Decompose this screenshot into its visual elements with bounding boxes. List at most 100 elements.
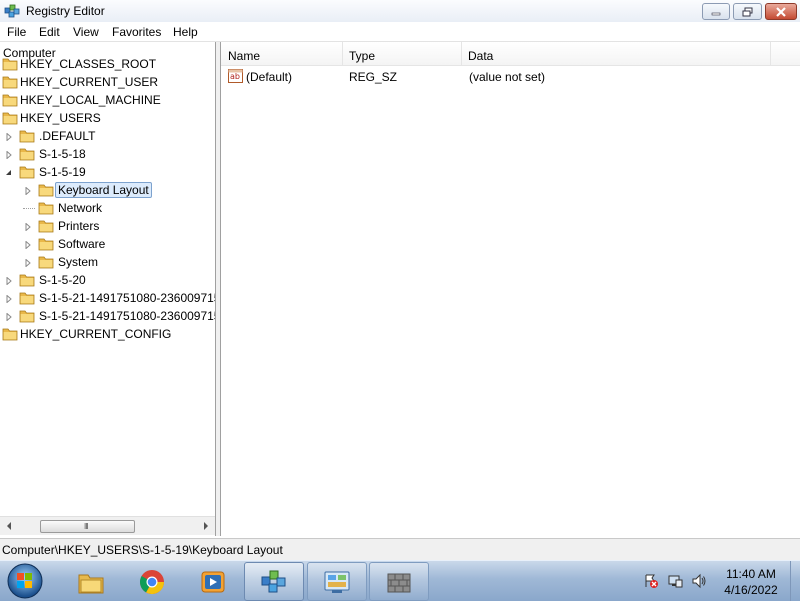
tree-item-label: S-1-5-19 (39, 165, 86, 179)
tree-item[interactable]: Software (0, 235, 215, 253)
tree-item[interactable]: Keyboard Layout (0, 181, 215, 199)
taskbar-chrome[interactable] (122, 562, 182, 601)
minimize-button[interactable] (702, 3, 730, 20)
string-value-icon: ab (228, 69, 243, 83)
minimize-icon (711, 12, 721, 15)
tree-item-label: HKEY_USERS (20, 111, 101, 125)
menu-help[interactable]: Help (173, 25, 198, 39)
value-name: (Default) (246, 70, 293, 84)
collapse-arrow-icon[interactable] (4, 168, 13, 177)
key-tree[interactable]: Computer HKEY_CLASSES_ROOT HKEY_CURRENT_U… (0, 42, 216, 536)
tree-item[interactable]: .DEFAULT (0, 127, 215, 145)
folder-icon (2, 93, 18, 107)
column-type[interactable]: Type (342, 42, 462, 65)
tree-horizontal-scrollbar[interactable]: III (0, 516, 215, 535)
menu-favorites[interactable]: Favorites (112, 25, 161, 39)
action-center-icon[interactable] (643, 573, 659, 589)
start-button[interactable] (4, 561, 46, 601)
window-title: Registry Editor (26, 4, 105, 18)
restore-button[interactable] (733, 3, 762, 20)
taskbar: 11:40 AM 4/16/2022 (0, 560, 800, 601)
menu-bar: File Edit View Favorites Help (0, 22, 800, 42)
tree-item[interactable]: HKEY_LOCAL_MACHINE (0, 91, 215, 109)
tree-item[interactable]: Printers (0, 217, 215, 235)
list-item[interactable]: ab (Default) REG_SZ (value not set) (221, 68, 800, 86)
show-desktop-button[interactable] (790, 561, 800, 601)
tree-item[interactable]: Network (0, 199, 215, 217)
status-path: Computer\HKEY_USERS\S-1-5-19\Keyboard La… (2, 543, 283, 557)
menu-file[interactable]: File (7, 25, 26, 39)
column-name[interactable]: Name (221, 42, 343, 65)
tree-item-label: S-1-5-21-1491751080-2360097156 (39, 309, 216, 323)
scroll-right-icon[interactable] (201, 521, 211, 531)
column-data-label: Data (468, 49, 494, 63)
clock-time: 11:40 AM (726, 567, 776, 581)
tree-item-label: .DEFAULT (39, 129, 96, 143)
tree-item[interactable]: S-1-5-21-1491751080-2360097156 (0, 307, 215, 325)
tree-item[interactable]: HKEY_CLASSES_ROOT (0, 55, 215, 73)
taskbar-regedit[interactable] (244, 562, 304, 601)
tree-item[interactable]: S-1-5-20 (0, 271, 215, 289)
title-bar: Registry Editor (0, 0, 800, 23)
folder-icon (38, 237, 54, 251)
tree-item[interactable]: S-1-5-19 (0, 163, 215, 181)
folder-icon (19, 147, 35, 161)
expand-arrow-icon[interactable] (4, 294, 13, 303)
expand-arrow-icon[interactable] (4, 132, 13, 141)
tree-item[interactable]: HKEY_USERS (0, 109, 215, 127)
tree-item-label: S-1-5-20 (39, 273, 86, 287)
tree-item[interactable]: HKEY_CURRENT_CONFIG (0, 325, 215, 343)
media-player-icon (201, 571, 225, 593)
scroll-left-icon[interactable] (4, 521, 14, 531)
expand-arrow-icon[interactable] (4, 276, 13, 285)
explorer-icon (78, 574, 104, 594)
menu-view[interactable]: View (73, 25, 99, 39)
tree-item[interactable]: HKEY_CURRENT_USER (0, 73, 215, 91)
taskbar-explorer[interactable] (61, 562, 121, 601)
expand-arrow-icon[interactable] (23, 186, 32, 195)
tree-item-label: HKEY_LOCAL_MACHINE (20, 93, 161, 107)
regedit-icon (4, 4, 20, 18)
network-icon[interactable] (667, 573, 683, 589)
taskbar-firewall[interactable] (369, 562, 429, 601)
tree-item-label: System (58, 255, 99, 269)
control-panel-icon (324, 571, 350, 593)
folder-icon (19, 273, 35, 287)
tree-item[interactable]: S-1-5-18 (0, 145, 215, 163)
tree-item-label: HKEY_CURRENT_CONFIG (20, 327, 172, 341)
folder-icon (38, 219, 54, 233)
restore-icon (742, 7, 752, 16)
expand-arrow-icon[interactable] (4, 312, 13, 321)
folder-icon (38, 255, 54, 269)
chrome-icon (139, 570, 164, 595)
menu-edit[interactable]: Edit (39, 25, 60, 39)
value-data: (value not set) (469, 70, 546, 84)
column-data[interactable]: Data (461, 42, 771, 65)
expand-arrow-icon[interactable] (23, 258, 32, 267)
clock-date: 4/16/2022 (724, 583, 778, 597)
expand-arrow-icon[interactable] (4, 150, 13, 159)
expand-arrow-icon[interactable] (23, 222, 32, 231)
tree-item-label: Network (58, 201, 103, 215)
tree-item[interactable]: System (0, 253, 215, 271)
folder-icon (2, 57, 18, 71)
folder-icon (2, 111, 18, 125)
folder-icon (19, 165, 35, 179)
clock[interactable]: 11:40 AM 4/16/2022 (716, 566, 786, 598)
expand-arrow-icon[interactable] (23, 240, 32, 249)
taskbar-media-player[interactable] (183, 562, 243, 601)
column-header: Name Type Data (221, 42, 800, 66)
scroll-grip: III (84, 522, 89, 531)
scroll-thumb[interactable]: III (40, 520, 135, 533)
volume-icon[interactable] (691, 573, 707, 589)
taskbar-control-panel[interactable] (307, 562, 367, 601)
values-list[interactable]: Name Type Data ab (Default) REG_SZ (valu… (220, 42, 800, 536)
value-type: REG_SZ (349, 70, 398, 84)
tree-item-label: HKEY_CURRENT_USER (20, 75, 159, 89)
close-icon (776, 6, 786, 17)
close-button[interactable] (765, 3, 797, 20)
tree-item[interactable]: S-1-5-21-1491751080-2360097156 (0, 289, 215, 307)
svg-text:ab: ab (230, 72, 240, 81)
tree-item-label: Printers (58, 219, 100, 233)
tree-item-label: S-1-5-18 (39, 147, 86, 161)
